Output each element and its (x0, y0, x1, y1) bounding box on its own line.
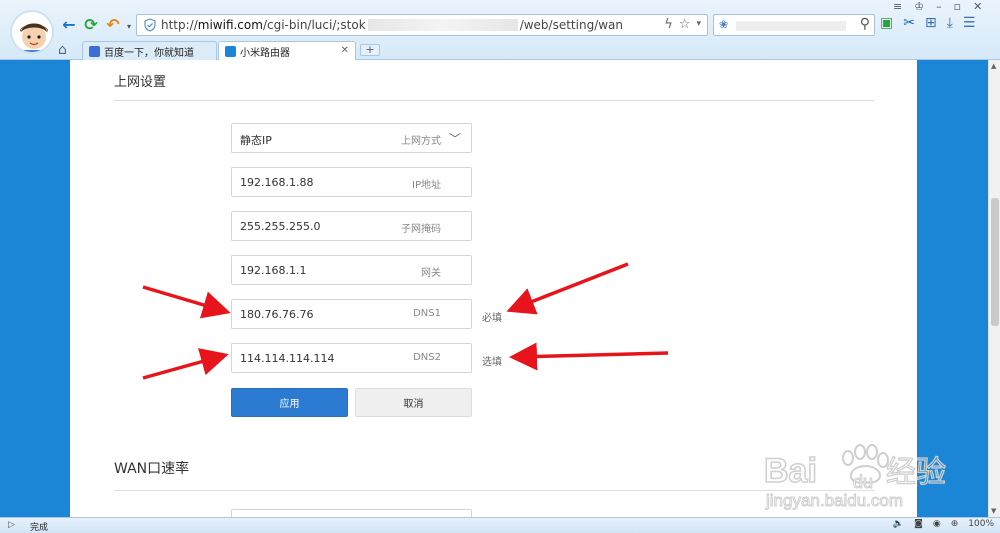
search-icon[interactable]: ⚲ (860, 16, 870, 32)
ip-address-field[interactable]: 192.168.1.88 IP地址 (231, 167, 472, 197)
star-icon[interactable]: ☆ (679, 17, 691, 32)
url-path-start: /cgi-bin/luci/;stok (262, 18, 366, 32)
eye-icon[interactable]: ◉ (933, 519, 941, 529)
divider (114, 490, 874, 491)
dns2-field[interactable]: 114.114.114.114 DNS2 (231, 343, 472, 373)
close-window-icon[interactable]: ✕ (973, 0, 982, 14)
field-value: 192.168.1.1 (240, 264, 307, 277)
vertical-scrollbar[interactable]: ▲ ▼ (988, 60, 1000, 517)
new-tab-button[interactable]: + (360, 44, 380, 56)
url-redacted (367, 19, 518, 31)
field-label: DNS2 (413, 352, 441, 363)
field-value: 180.76.76.76 (240, 308, 314, 321)
address-bar[interactable]: http://miwifi.com/cgi-bin/luci/;stok/web… (136, 14, 708, 36)
gateway-field[interactable]: 192.168.1.1 网关 (231, 255, 472, 285)
section-title-internet: 上网设置 (114, 75, 167, 90)
chevron-down-icon: ﹀ (448, 132, 461, 146)
watermark-brand: Bai (764, 452, 817, 490)
dns2-optional-note: 选填 (482, 357, 502, 368)
zoom-icon[interactable]: ⊕ (951, 519, 959, 529)
field-label: IP地址 (412, 180, 441, 191)
field-value: 114.114.114.114 (240, 352, 335, 365)
wan-speed-field[interactable] (231, 509, 472, 517)
tab-label: 小米路由器 (240, 47, 290, 59)
url-prefix: http:// (161, 18, 198, 32)
field-value: 静态IP (240, 134, 272, 147)
scroll-down-icon[interactable]: ▼ (991, 507, 996, 515)
status-bar: ▷ 完成 🔈 ◙ ◉ ⊕ 100% (0, 517, 1000, 533)
tab-baidu[interactable]: 百度一下，你就知道 (82, 41, 217, 60)
tab-bar: ⌂ 百度一下，你就知道 小米路由器 ✕ (0, 40, 1000, 60)
url-path-end: /web/setting/wan (519, 18, 624, 32)
svg-text:du: du (853, 472, 873, 492)
back-icon[interactable]: ← (60, 15, 78, 34)
field-label: 网关 (421, 268, 441, 279)
sidebar-toggle-icon[interactable]: ▷ (8, 520, 15, 530)
dns1-field[interactable]: 180.76.76.76 DNS1 (231, 299, 472, 329)
watermark-url: jingyan.baidu.com (765, 491, 903, 510)
address-dropdown-icon[interactable]: ▾ (696, 17, 701, 32)
extensions-icon[interactable]: ⊞ (925, 15, 937, 35)
status-tools: 🔈 ◙ ◉ ⊕ 100% (893, 519, 994, 529)
field-value: 255.255.255.0 (240, 220, 321, 233)
list-icon[interactable]: ≡ (893, 0, 902, 14)
paw-search-icon: ❀ (719, 18, 729, 31)
field-label: 上网方式 (401, 136, 441, 147)
menu-icon[interactable]: ☰ (963, 15, 976, 35)
status-text: 完成 (30, 523, 49, 533)
connection-type-select[interactable]: 静态IP 上网方式 ﹀ (231, 123, 472, 153)
minimize-icon[interactable]: – (936, 0, 942, 14)
wifi-icon (225, 45, 236, 57)
lightning-icon[interactable]: ϟ (664, 17, 673, 32)
screenshot-icon[interactable]: ▣ (880, 15, 893, 35)
dns1-required-note: 必填 (482, 313, 502, 324)
window-controls: ≡ ♔ – ▫ ✕ (893, 0, 982, 14)
divider (114, 100, 874, 101)
browser-toolbar: ← ⟳ ↶ ▾ http://miwifi.com/cgi-bin/luci/;… (0, 0, 1000, 60)
search-redacted (736, 21, 846, 31)
baidu-jingyan-watermark: Bai du 经验 jingyan.baidu.com (762, 438, 962, 518)
field-value: 192.168.1.88 (240, 176, 314, 189)
right-tools: ▣ ✂ ⊞ ⤓ ☰ (880, 15, 975, 35)
scissors-icon[interactable]: ✂ (903, 15, 915, 35)
close-tab-icon[interactable]: ✕ (341, 45, 349, 56)
search-box[interactable]: ❀ ⚲ (713, 14, 875, 36)
tab-xiaomi-router[interactable]: 小米路由器 ✕ (218, 41, 356, 60)
tab-label: 百度一下，你就知道 (104, 47, 194, 59)
scrollbar-thumb[interactable] (991, 198, 999, 326)
apply-button[interactable]: 应用 (231, 388, 348, 417)
home-icon[interactable]: ⌂ (58, 42, 67, 58)
watermark-brand-end: 经验 (886, 455, 946, 490)
camera-icon[interactable]: ◙ (914, 519, 923, 529)
zoom-level[interactable]: 100% (968, 519, 994, 529)
section-title-wan-speed: WAN口速率 (114, 461, 190, 477)
field-label: 子网掩码 (401, 224, 441, 235)
subnet-mask-field[interactable]: 255.255.255.0 子网掩码 (231, 211, 472, 241)
scroll-up-icon[interactable]: ▲ (991, 62, 996, 70)
volume-icon[interactable]: 🔈 (893, 519, 904, 529)
download-icon[interactable]: ⤓ (947, 15, 953, 35)
field-label: DNS1 (413, 308, 441, 319)
skin-icon[interactable]: ♔ (914, 0, 924, 14)
cancel-button[interactable]: 取消 (355, 388, 472, 417)
refresh-icon[interactable]: ⟳ (82, 15, 100, 34)
security-shield-icon (144, 18, 156, 32)
baidu-paw-icon (89, 45, 100, 57)
browser-window: ← ⟳ ↶ ▾ http://miwifi.com/cgi-bin/luci/;… (0, 0, 1000, 533)
maximize-icon[interactable]: ▫ (954, 0, 961, 14)
url-host: miwifi.com (197, 18, 263, 32)
